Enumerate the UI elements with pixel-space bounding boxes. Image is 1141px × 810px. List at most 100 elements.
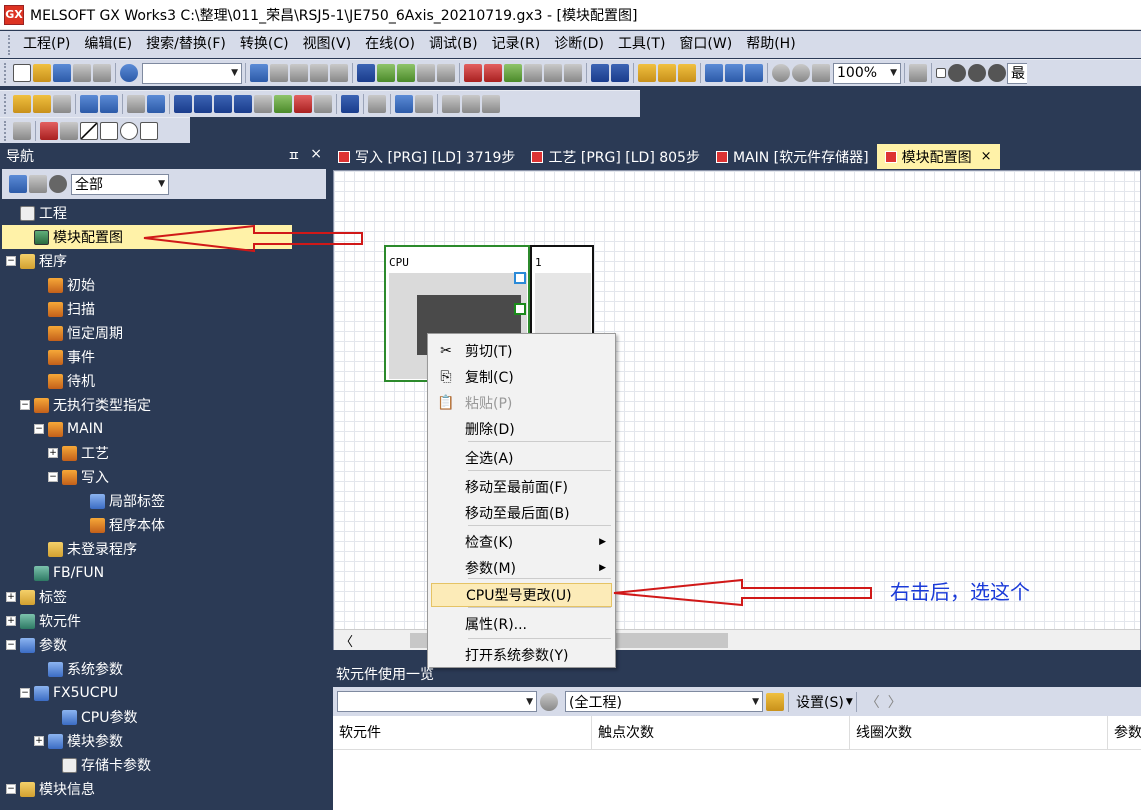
menu-convert[interactable]: 转换(C) [233,31,296,58]
monitor-icon[interactable] [377,64,395,82]
monitor-stop-icon[interactable] [417,64,435,82]
tree-node[interactable]: − FX5UCPU [2,681,326,705]
collapse-icon[interactable]: − [20,400,30,410]
menu-debug[interactable]: 调试(B) [422,31,485,58]
redo-icon[interactable] [330,64,348,82]
refresh-icon[interactable] [766,692,784,711]
write-plc-icon[interactable] [484,64,502,82]
context-menu-item[interactable]: CPU型号更改(U) [431,583,612,607]
verify-plc-icon[interactable] [504,64,522,82]
tree-node[interactable]: 未登录程序 [2,537,326,561]
statement-icon[interactable] [147,95,165,113]
monitor-all-icon[interactable] [437,64,455,82]
barcode-tool-icon[interactable] [60,122,78,140]
help-icon[interactable] [120,64,138,82]
context-menu-item[interactable]: 全选(A) [431,446,612,470]
tree-node[interactable]: 事件 [2,345,326,369]
copy-icon[interactable] [270,64,288,82]
context-menu-item[interactable]: ✂ 剪切(T) [431,339,612,363]
scope-combo[interactable]: (全工程) ▼ [565,691,763,712]
tree-node[interactable]: 系统参数 [2,657,326,681]
device-icon[interactable] [357,64,375,82]
collapse-icon[interactable]: − [6,256,16,266]
menu-online[interactable]: 在线(O) [358,31,422,58]
select-tool-icon[interactable] [13,122,31,140]
toolbar-search-combo[interactable]: ▼ [142,62,242,84]
menu-diagnostics[interactable]: 诊断(D) [547,31,611,58]
read-mode-icon[interactable] [314,95,332,113]
close-icon[interactable]: × [981,149,992,164]
device-comment-icon[interactable] [174,95,192,113]
monitor-start-icon[interactable] [397,64,415,82]
cut-icon[interactable] [250,64,268,82]
undo-icon[interactable] [310,64,328,82]
open-folder-icon[interactable] [33,64,51,82]
tree-node[interactable]: − MAIN [2,417,326,441]
module-tool-icon[interactable] [40,122,58,140]
convert-icon[interactable] [988,64,1006,82]
menu-record[interactable]: 记录(R) [485,31,548,58]
list-view-icon[interactable] [29,175,47,193]
document-tab[interactable]: 工艺 [PRG] [LD] 805步 [523,144,708,169]
menu-view[interactable]: 视图(V) [296,31,359,58]
device-list-icon[interactable] [658,64,676,82]
clipboard-icon[interactable] [93,64,111,82]
check-all-icon[interactable] [968,64,986,82]
collapse-icon[interactable]: − [48,472,58,482]
sfc-icon[interactable] [100,95,118,113]
collapse-icon[interactable]: − [6,640,16,650]
document-tab[interactable]: 模块配置图 × [876,144,1000,169]
tree-node[interactable]: + 工艺 [2,441,326,465]
find-icon[interactable] [368,95,386,113]
column-device[interactable]: 软元件 [333,715,592,750]
expand-icon[interactable]: + [6,616,16,626]
settings-icon[interactable] [254,95,272,113]
replace-icon[interactable] [678,64,696,82]
context-menu-item[interactable]: 检查(K) ▶ [431,530,612,554]
expand-icon[interactable]: + [48,448,58,458]
zoom-combo[interactable]: 100% ▼ [833,62,901,84]
settings-button[interactable]: 设置(S) [796,692,844,712]
menu-window[interactable]: 窗口(W) [672,31,739,58]
resize-handle[interactable] [514,272,526,284]
program-list-icon[interactable] [33,95,51,113]
zoom-fit-icon[interactable] [812,64,830,82]
layout-v-icon[interactable] [462,95,480,113]
tree-node[interactable]: FB/FUN [2,561,326,585]
paste-icon[interactable] [290,64,308,82]
line-tool-icon[interactable] [80,122,98,140]
tree-node[interactable]: 待机 [2,369,326,393]
zoom-select-icon[interactable] [395,95,413,113]
tree-node[interactable]: − 程序 [2,249,326,273]
pin-icon[interactable]: ㅍ [287,146,300,166]
rectangle-tool-icon[interactable] [100,122,118,140]
menu-help[interactable]: 帮助(H) [739,31,802,58]
toolbar-overflow-combo[interactable]: 最 [1007,62,1027,84]
device-batch-icon[interactable] [591,64,609,82]
find-device-icon[interactable] [544,64,562,82]
check-icon[interactable] [948,64,966,82]
tree-node[interactable]: 扫描 [2,297,326,321]
tree-node[interactable]: 模块配置图 [2,225,292,249]
context-menu-item[interactable]: 属性(R)... [431,612,612,636]
tree-node[interactable]: − 无执行类型指定 [2,393,326,417]
device-search-combo[interactable]: ▼ [337,691,537,712]
tree-node[interactable]: 局部标签 [2,489,326,513]
module-icon[interactable] [53,95,71,113]
column-coil-count[interactable]: 线圈次数 [850,715,1108,750]
read-plc-icon[interactable] [464,64,482,82]
column-parameter[interactable]: 参数 [1108,716,1141,750]
search-icon[interactable] [540,692,558,711]
context-menu-item[interactable]: 删除(D) [431,417,612,441]
zoom-in-icon[interactable] [772,64,790,82]
tree-node[interactable]: 工程 [2,201,326,225]
settings-dropdown-icon[interactable]: ▼ [846,697,853,707]
program-icon[interactable] [13,95,31,113]
save-icon[interactable] [53,64,71,82]
tree-node[interactable]: − 写入 [2,465,326,489]
gear-icon[interactable] [49,175,67,193]
tree-node[interactable]: + 模块参数 [2,729,326,753]
layout-h-icon[interactable] [442,95,460,113]
collapse-icon[interactable]: − [20,688,30,698]
tree-node[interactable]: − 参数 [2,633,326,657]
